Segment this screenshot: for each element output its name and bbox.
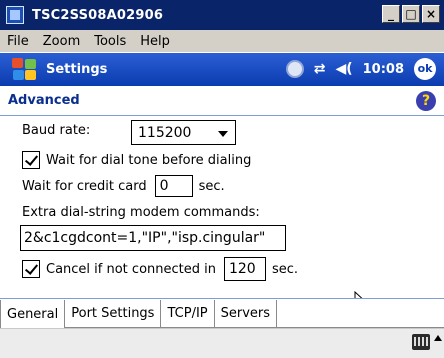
wait-dial-tone-row: Wait for dial tone before dialing	[22, 151, 251, 169]
wait-credit-card-label: Wait for credit card	[22, 178, 147, 194]
tab-spacer	[277, 300, 444, 328]
clock[interactable]: 10:08	[363, 62, 404, 77]
menu-file[interactable]: File	[0, 34, 36, 49]
wait-dial-tone-checkbox[interactable]	[22, 151, 40, 169]
ok-button[interactable]: ok	[414, 58, 436, 80]
wait-credit-card-row: Wait for credit card 0 sec.	[22, 175, 225, 197]
extra-commands-input[interactable]: 2&c1cgdcont=1,"IP","isp.cingular"	[20, 225, 286, 251]
menu-bar: File Zoom Tools Help	[0, 30, 444, 52]
bottom-bar	[0, 328, 444, 358]
baud-rate-row: Baud rate:	[22, 123, 90, 138]
up-arrow-icon[interactable]	[434, 335, 442, 341]
cancel-timeout-input[interactable]: 120	[223, 257, 266, 281]
tab-general[interactable]: General	[0, 300, 66, 328]
wait-credit-card-input[interactable]: 0	[154, 175, 193, 197]
baud-rate-select[interactable]: 115200	[131, 120, 236, 145]
windows-flag-icon[interactable]	[12, 57, 38, 82]
tab-tcpip[interactable]: TCP/IP	[161, 300, 215, 328]
page-title: Advanced	[8, 93, 80, 108]
window-title: TSC2SS08A02906	[32, 7, 164, 23]
baud-rate-label: Baud rate:	[22, 123, 91, 138]
menu-tools[interactable]: Tools	[87, 34, 133, 49]
app-icon	[6, 6, 24, 24]
minimize-button[interactable]: _	[382, 5, 400, 23]
settings-form: Baud rate: 115200 Wait for dial tone bef…	[0, 117, 444, 312]
wait-dial-tone-label[interactable]: Wait for dial tone before dialing	[46, 153, 251, 168]
extra-commands-row: Extra dial-string modem commands:	[22, 205, 260, 220]
cancel-row: Cancel if not connected in 120 sec.	[22, 257, 298, 281]
pocketpc-nav-bar: Settings ⇄ ◀( 10:08 ok	[0, 53, 444, 86]
help-icon[interactable]: ?	[416, 91, 436, 111]
window-titlebar: TSC2SS08A02906 _ □ ×	[0, 0, 444, 30]
extra-commands-label: Extra dial-string modem commands:	[22, 205, 260, 220]
cancel-not-connected-label[interactable]: Cancel if not connected in	[46, 262, 216, 277]
ppc-title: Settings	[46, 62, 108, 77]
window-controls: _ □ ×	[382, 5, 440, 23]
page-header: Advanced ?	[0, 86, 444, 116]
sync-icon[interactable]	[285, 60, 304, 78]
keyboard-icon[interactable]	[412, 334, 430, 350]
tab-servers[interactable]: Servers	[214, 300, 278, 328]
cancel-not-connected-checkbox[interactable]	[22, 260, 40, 278]
connectivity-icon[interactable]: ⇄	[314, 61, 326, 77]
menu-help[interactable]: Help	[133, 34, 177, 49]
wait-credit-card-unit: sec.	[198, 178, 225, 194]
tab-port-settings[interactable]: Port Settings	[65, 300, 162, 328]
baud-rate-value: 115200	[138, 124, 192, 141]
menu-zoom[interactable]: Zoom	[36, 34, 87, 49]
chevron-down-icon	[218, 131, 228, 137]
speaker-icon[interactable]: ◀(	[335, 61, 352, 77]
status-area: ⇄ ◀( 10:08 ok	[285, 58, 436, 80]
cancel-timeout-unit: sec.	[271, 261, 299, 277]
restore-button[interactable]: □	[402, 5, 420, 23]
tab-bar: General Port Settings TCP/IP Servers	[0, 298, 444, 328]
close-button[interactable]: ×	[422, 5, 440, 23]
